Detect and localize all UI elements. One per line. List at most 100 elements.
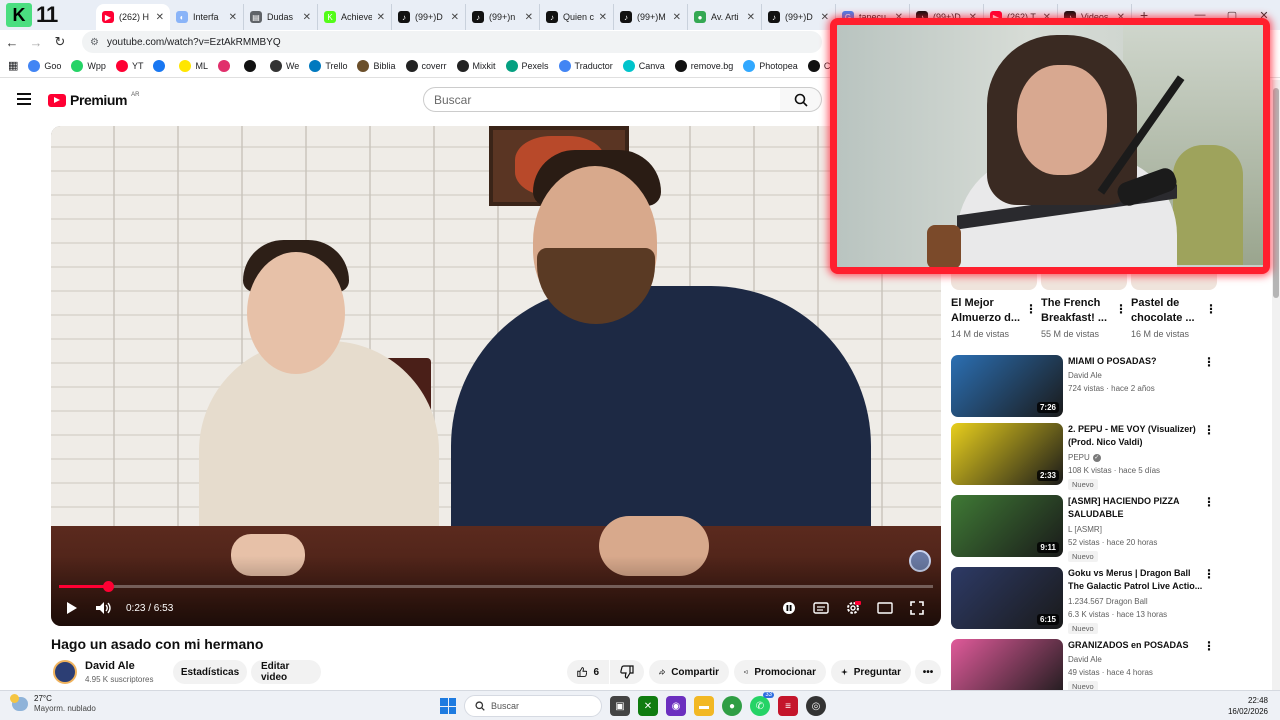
bookmark-item[interactable]: YT	[115, 59, 143, 72]
scrollbar-thumb[interactable]	[1273, 88, 1279, 298]
recommendation-channel[interactable]: David Ale	[1068, 371, 1102, 380]
browser-tab[interactable]: ◐ Interfa ✕	[170, 4, 244, 30]
bookmark-item[interactable]: Goo	[28, 59, 61, 72]
bookmark-item[interactable]: Biblia	[357, 59, 396, 72]
settings-button[interactable]	[837, 594, 869, 622]
like-button[interactable]: 6	[567, 660, 609, 684]
bookmark-item[interactable]: Photopea	[743, 59, 798, 72]
more-vert-icon[interactable]: ⋮	[1203, 355, 1215, 369]
youtube-premium-logo[interactable]: Premium AR	[48, 92, 139, 108]
recommendation-item[interactable]: 2:33 2. PEPU - ME VOY (Visualizer) (Prod.…	[951, 423, 1221, 490]
obs-icon[interactable]: ◎	[806, 696, 826, 716]
close-tab-icon[interactable]: ✕	[821, 12, 829, 23]
bookmark-item[interactable]: remove.bg	[674, 59, 733, 72]
video-thumbnail[interactable]: 6:15	[951, 567, 1063, 629]
close-tab-icon[interactable]: ✕	[525, 12, 533, 23]
recommendation-item[interactable]: 7:26 MIAMI O POSADAS? David Ale 724 vistas …	[951, 355, 1221, 419]
scrubber-knob[interactable]	[102, 581, 114, 592]
task-view-icon[interactable]: ▣	[610, 696, 630, 716]
forward-button[interactable]: →	[24, 35, 48, 50]
browser-tab[interactable]: ● Av. Arti ✕	[688, 4, 762, 30]
more-vert-icon[interactable]: ⋮	[1203, 639, 1215, 653]
bookmark-item[interactable]	[243, 59, 260, 72]
page-scrollbar[interactable]	[1272, 80, 1280, 690]
browser-tab[interactable]: K Achieve ✕	[318, 4, 392, 30]
progress-bar[interactable]	[59, 581, 933, 592]
apps-grid-icon[interactable]: ▦	[8, 59, 18, 72]
bookmark-item[interactable]: Trello	[309, 59, 347, 72]
capcut-icon[interactable]: ≡	[778, 696, 798, 716]
bookmark-item[interactable]: We	[269, 59, 299, 72]
dislike-button[interactable]	[610, 660, 644, 684]
close-tab-icon[interactable]: ✕	[747, 12, 755, 23]
recommendation-channel[interactable]: PEPU ✓	[1068, 453, 1101, 462]
chrome-icon[interactable]: ●	[722, 696, 742, 716]
recommendation-item[interactable]: 6:15 Goku vs Merus | Dragon Ball The Gala…	[951, 567, 1221, 634]
volume-button[interactable]	[88, 594, 120, 622]
search-input[interactable]: Buscar	[423, 87, 781, 112]
close-tab-icon[interactable]: ✕	[377, 12, 385, 23]
close-tab-icon[interactable]: ✕	[156, 12, 164, 23]
bookmark-item[interactable]	[153, 59, 169, 72]
whatsapp-icon[interactable]: ✆ 33	[750, 692, 774, 716]
video-thumbnail[interactable]: 2:33	[951, 423, 1063, 485]
search-button[interactable]	[780, 87, 822, 112]
bookmark-item[interactable]: Mixkit	[456, 59, 496, 72]
back-button[interactable]: ←	[0, 35, 24, 50]
close-tab-icon[interactable]: ✕	[599, 12, 607, 23]
address-bar[interactable]: ⚙ youtube.com/watch?v=EztAkRMMBYQ	[82, 31, 822, 53]
site-info-icon[interactable]: ⚙	[90, 37, 99, 48]
bookmark-item[interactable]: coverr	[405, 59, 447, 72]
weather-widget[interactable]: 27°C Mayorm. nublado	[10, 694, 96, 714]
start-button[interactable]	[440, 698, 456, 714]
bookmark-item[interactable]: Pexels	[505, 59, 549, 72]
share-button[interactable]: Compartir	[649, 660, 729, 684]
bookmark-item[interactable]: ML	[179, 59, 208, 72]
edit-video-button[interactable]: Editar video	[251, 660, 321, 684]
browser-tab[interactable]: ▶ (262) H ✕	[96, 4, 170, 30]
channel-avatar[interactable]	[53, 660, 77, 684]
promote-button[interactable]: Promocionar	[734, 660, 826, 684]
video-player[interactable]: 0:23 / 6:53	[51, 126, 941, 626]
recommendation-channel[interactable]: L [ASMR]	[1068, 525, 1102, 534]
file-explorer-icon[interactable]: ▬	[694, 696, 714, 716]
ask-button[interactable]: Preguntar	[831, 660, 911, 684]
browser-tab[interactable]: ♪ (99+)D ✕	[392, 4, 466, 30]
browser-tab[interactable]: ♪ (99+)D ✕	[762, 4, 836, 30]
more-vert-icon[interactable]: ⋮	[1115, 302, 1127, 316]
menu-icon[interactable]	[17, 93, 31, 105]
close-tab-icon[interactable]: ✕	[229, 12, 237, 23]
browser-tab[interactable]: ▤ Dudas ✕	[244, 4, 318, 30]
video-thumbnail[interactable]: 9:11	[951, 495, 1063, 557]
bookmark-item[interactable]: Traductor	[558, 59, 613, 72]
browser-tab[interactable]: ♪ (99+)n ✕	[466, 4, 540, 30]
xbox-icon[interactable]: ✕	[638, 696, 658, 716]
recommendation-channel[interactable]: David Ale	[1068, 655, 1102, 664]
bookmark-item[interactable]	[217, 59, 234, 72]
tab-search-widget[interactable]: K 11	[0, 0, 96, 30]
recommendation-channel[interactable]: 1.234.567 Dragon Ball	[1068, 597, 1148, 606]
video-thumbnail[interactable]: 7:26	[951, 355, 1063, 417]
more-vert-icon[interactable]: ⋮	[1205, 302, 1217, 316]
more-vert-icon[interactable]: ⋮	[1203, 495, 1215, 509]
app-icon[interactable]: ◉	[666, 696, 686, 716]
taskbar-search[interactable]: Buscar	[464, 695, 602, 717]
more-actions-button[interactable]: •••	[915, 660, 941, 684]
browser-tab[interactable]: ♪ Quien c ✕	[540, 4, 614, 30]
theater-mode-button[interactable]	[869, 594, 901, 622]
reload-button[interactable]: ↻	[48, 34, 72, 50]
stats-button[interactable]: Estadísticas	[173, 660, 247, 684]
recommendation-item[interactable]: 9:11 [ASMR] HACIENDO PIZZA SALUDABLE L [AS…	[951, 495, 1221, 562]
bookmark-item[interactable]: Canva	[622, 59, 665, 72]
more-vert-icon[interactable]: ⋮	[1025, 302, 1037, 316]
fullscreen-button[interactable]	[901, 594, 933, 622]
play-button[interactable]	[56, 594, 88, 622]
subtitles-button[interactable]	[805, 594, 837, 622]
more-vert-icon[interactable]: ⋮	[1203, 567, 1215, 581]
more-vert-icon[interactable]: ⋮	[1203, 423, 1215, 437]
system-clock[interactable]: 22:48 16/02/2026	[1228, 695, 1268, 717]
close-tab-icon[interactable]: ✕	[451, 12, 459, 23]
close-tab-icon[interactable]: ✕	[673, 12, 681, 23]
close-tab-icon[interactable]: ✕	[303, 12, 311, 23]
browser-tab[interactable]: ♪ (99+)M ✕	[614, 4, 688, 30]
